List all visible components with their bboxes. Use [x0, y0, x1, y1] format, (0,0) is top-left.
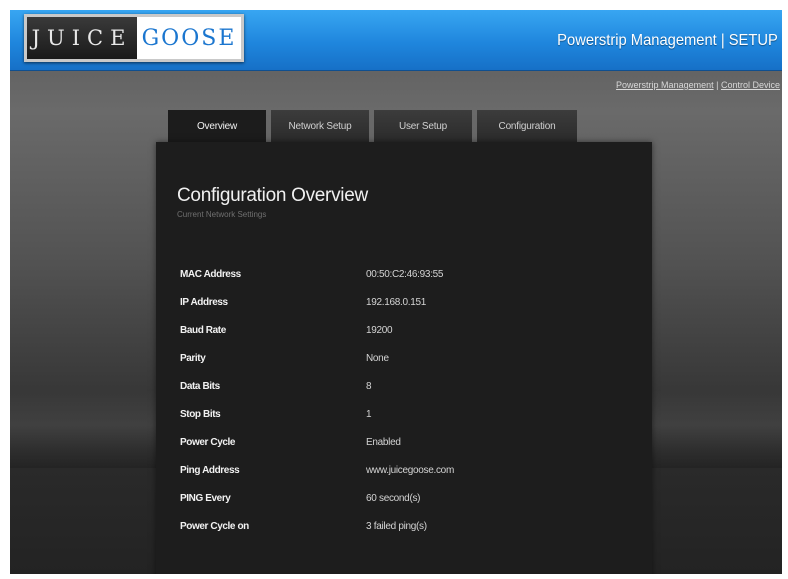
setting-value: 00:50:C2:46:93:55	[366, 269, 444, 280]
setting-value: 8	[366, 381, 372, 392]
setting-label: Stop Bits	[180, 409, 221, 420]
settings-row-parity: Parity None	[180, 349, 640, 377]
logo-juice-text: JUICE	[27, 17, 137, 59]
setting-value: 19200	[366, 325, 393, 336]
content-panel: Configuration Overview Current Network S…	[156, 142, 652, 574]
setting-label: Ping Address	[180, 465, 240, 476]
setting-value: www.juicegoose.com	[366, 465, 454, 476]
tab-configuration[interactable]: Configuration	[477, 110, 577, 143]
page-header-title: Powerstrip Management | SETUP	[557, 32, 778, 49]
breadcrumb-powerstrip-management-link[interactable]: Powerstrip Management	[616, 80, 714, 90]
settings-row-data-bits: Data Bits 8	[180, 377, 640, 405]
setting-label: MAC Address	[180, 269, 241, 280]
settings-row-power-cycle-on: Power Cycle on 3 failed ping(s)	[180, 517, 640, 545]
page-title: Configuration Overview	[177, 185, 368, 206]
breadcrumb: Powerstrip Management | Control Device	[616, 80, 780, 90]
setting-label: Baud Rate	[180, 325, 226, 336]
app-window: JUICE GOOSE Powerstrip Management | SETU…	[10, 10, 782, 574]
settings-row-stop-bits: Stop Bits 1	[180, 405, 640, 433]
setting-value: None	[366, 353, 389, 364]
settings-row-mac-address: MAC Address 00:50:C2:46:93:55	[180, 265, 640, 293]
tab-user-setup[interactable]: User Setup	[374, 110, 472, 143]
logo-goose-text: GOOSE	[137, 17, 241, 59]
tab-overview[interactable]: Overview	[168, 110, 266, 143]
setting-label: Power Cycle on	[180, 521, 249, 532]
setting-value: 60 second(s)	[366, 493, 421, 504]
setting-label: Parity	[180, 353, 206, 364]
page-subtitle: Current Network Settings	[177, 210, 267, 219]
setting-value: 1	[366, 409, 372, 420]
setting-label: Data Bits	[180, 381, 220, 392]
setting-value: 192.168.0.151	[366, 297, 427, 308]
settings-row-ping-address: Ping Address www.juicegoose.com	[180, 461, 640, 489]
setting-value: Enabled	[366, 437, 401, 448]
settings-row-power-cycle: Power Cycle Enabled	[180, 433, 640, 461]
breadcrumb-control-device-link[interactable]: Control Device	[721, 80, 780, 90]
setting-label: IP Address	[180, 297, 228, 308]
settings-row-ip-address: IP Address 192.168.0.151	[180, 293, 640, 321]
breadcrumb-separator: |	[716, 80, 719, 90]
tab-bar: Overview Network Setup User Setup Config…	[168, 110, 577, 143]
tab-network-setup[interactable]: Network Setup	[271, 110, 369, 143]
setting-label: PING Every	[180, 493, 231, 504]
settings-row-ping-every: PING Every 60 second(s)	[180, 489, 640, 517]
juice-goose-logo: JUICE GOOSE	[24, 14, 244, 62]
settings-list: MAC Address 00:50:C2:46:93:55 IP Address…	[180, 265, 640, 545]
setting-label: Power Cycle	[180, 437, 236, 448]
setting-value: 3 failed ping(s)	[366, 521, 427, 532]
header-bar: JUICE GOOSE Powerstrip Management | SETU…	[10, 10, 782, 71]
settings-row-baud-rate: Baud Rate 19200	[180, 321, 640, 349]
